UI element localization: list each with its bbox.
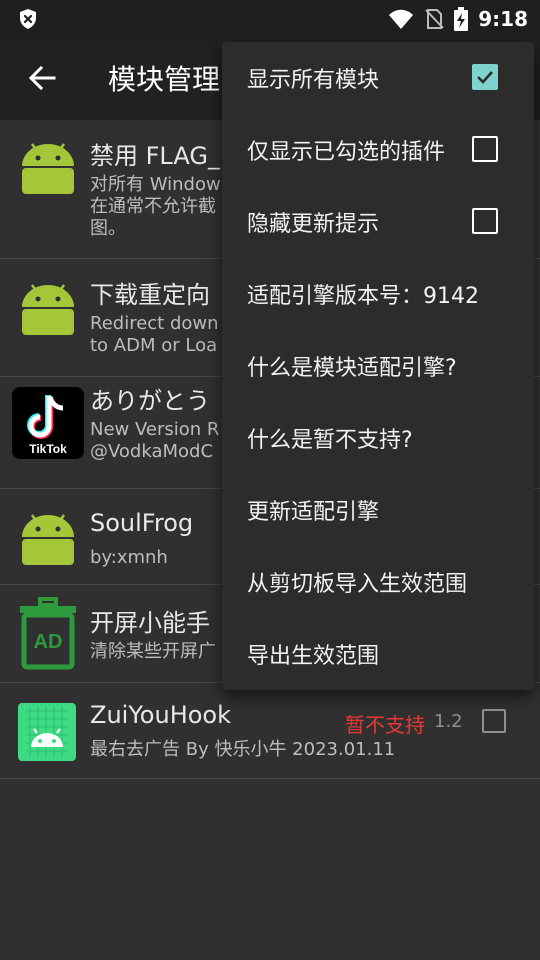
arrow-left-icon[interactable]: [26, 62, 58, 94]
android-icon: [22, 514, 74, 565]
checkbox-checked-icon[interactable]: [472, 64, 498, 90]
wifi-icon: [389, 9, 414, 29]
svg-text:AD: AD: [34, 631, 63, 653]
menu-item-what-is-engine[interactable]: 什么是模块适配引擎?: [222, 330, 534, 402]
menu-item-label: 隐藏更新提示: [247, 212, 380, 237]
menu-item-show-all-modules[interactable]: 显示所有模块: [222, 42, 534, 114]
menu-item-update-engine[interactable]: 更新适配引擎: [222, 474, 534, 546]
module-row-zuiyouhook[interactable]: ZuiYouHook 最右去广告 By 快乐小牛 2023.01.11 暂不支持…: [0, 683, 540, 779]
status-time: 9:18: [478, 7, 528, 31]
menu-item-what-is-unsupported[interactable]: 什么是暂不支持?: [222, 402, 534, 474]
module-enable-checkbox[interactable]: [482, 709, 506, 733]
battery-charging-icon: [454, 7, 469, 31]
module-name: 开屏小能手: [90, 609, 210, 637]
module-version: 1.2: [434, 711, 463, 732]
module-name: ありがとう: [90, 387, 210, 415]
android-icon: [22, 284, 74, 335]
menu-item-label: 显示所有模块: [247, 68, 380, 93]
menu-item-label: 适配引擎版本号：9142: [247, 284, 479, 309]
module-description: 对所有 Window 在通常不允许截 图。: [90, 174, 221, 239]
unsupported-badge: 暂不支持: [345, 713, 425, 737]
module-description: 最右去广告 By 快乐小牛 2023.01.11: [90, 739, 396, 760]
shield-x-icon: [20, 9, 36, 29]
overflow-menu: 显示所有模块 仅显示已勾选的插件 隐藏更新提示 适配引擎版本号：9142 什么是…: [222, 42, 534, 690]
tiktok-icon: TikTok: [12, 387, 84, 459]
android-green-icon: [18, 703, 76, 761]
no-sim-icon: [425, 9, 444, 29]
ad-trash-icon: AD: [20, 597, 76, 670]
menu-item-label: 从剪切板导入生效范围: [247, 572, 468, 597]
module-name: SoulFrog: [90, 509, 194, 537]
status-bar: 9:18: [0, 0, 540, 38]
menu-item-engine-version[interactable]: 适配引擎版本号：9142: [222, 258, 534, 330]
checkbox-icon[interactable]: [472, 136, 498, 162]
checkbox-icon[interactable]: [472, 208, 498, 234]
menu-item-label: 什么是模块适配引擎?: [247, 356, 457, 381]
menu-item-show-checked-only[interactable]: 仅显示已勾选的插件: [222, 114, 534, 186]
svg-text:TikTok: TikTok: [29, 442, 67, 456]
menu-item-label: 什么是暂不支持?: [247, 428, 413, 453]
menu-item-import-scope[interactable]: 从剪切板导入生效范围: [222, 546, 534, 618]
page-title: 模块管理: [108, 63, 221, 96]
module-name: ZuiYouHook: [90, 701, 231, 729]
module-name: 禁用 FLAG_: [90, 142, 220, 170]
android-icon: [22, 143, 74, 194]
menu-item-export-scope[interactable]: 导出生效范围: [222, 618, 534, 690]
module-description: by:xmnh: [90, 547, 168, 568]
module-name: 下载重定向: [90, 281, 210, 309]
module-description: 清除某些开屏广: [90, 641, 216, 662]
menu-item-label: 导出生效范围: [247, 644, 380, 669]
menu-item-hide-update-tips[interactable]: 隐藏更新提示: [222, 186, 534, 258]
menu-item-label: 仅显示已勾选的插件: [247, 140, 446, 165]
module-description: Redirect down to ADM or Loa: [90, 313, 219, 356]
menu-item-label: 更新适配引擎: [247, 500, 380, 525]
module-description: New Version R @VodkaModC: [90, 419, 220, 462]
